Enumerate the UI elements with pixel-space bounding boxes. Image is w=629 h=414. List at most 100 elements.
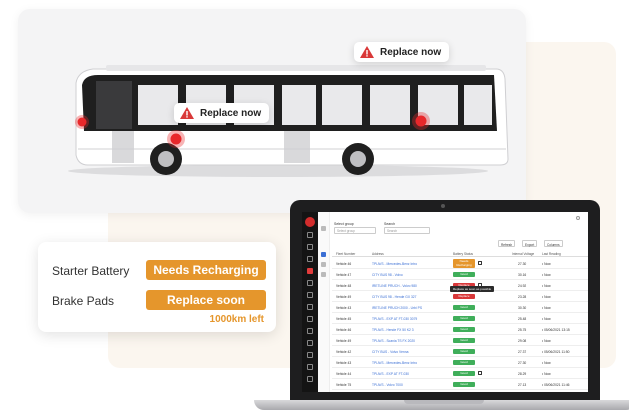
calendar-icon[interactable] (478, 370, 482, 375)
table-row[interactable]: Vehicle 49 TPLN/S - Scania TS FX 2020 Good… (332, 335, 588, 346)
help-icon[interactable] (307, 364, 313, 370)
voltage-cell: 25.48 (518, 316, 527, 321)
table-row[interactable]: Vehicle 49 CITY BUS 98 - Hende GX 327 Repl… (332, 291, 588, 302)
group-select[interactable]: Select group (334, 227, 376, 234)
fleet-number-cell: Vehicle 45 (336, 316, 352, 321)
table-row[interactable]: Vehicle 43 IRETLINE PRUCH 2000 - Urbi PS G… (332, 302, 588, 313)
column-header[interactable]: Last Reading (542, 252, 561, 256)
fleet-number-cell: Vehicle 49 (336, 294, 352, 299)
address-link: TPLN/S - Volvo 7000 (372, 382, 403, 387)
fleet-app-screen: Select group Select group Search Search … (302, 212, 588, 392)
warning-icon (180, 107, 194, 119)
bus-illustration-card (18, 9, 526, 213)
map-icon[interactable] (307, 244, 313, 250)
last-reading-cell: • 05/06/2021 11:46 (542, 382, 570, 387)
last-reading-cell: • Now (542, 371, 551, 376)
group-label: Select group (334, 222, 354, 226)
column-header[interactable]: Fleet Number (336, 252, 355, 256)
battery-icon[interactable] (307, 268, 313, 274)
column-header[interactable]: Internal Voltage (512, 252, 534, 256)
voltage-cell: 28.29 (518, 371, 527, 376)
battery-status-pill: Good (453, 370, 475, 376)
phone-icon[interactable] (307, 340, 313, 346)
voltage-cell: 27.13 (518, 382, 527, 387)
voltage-cell: 27.30 (518, 261, 527, 266)
starter-battery-label: Starter Battery (52, 264, 130, 278)
replace-soon-badge: Replace soon (146, 290, 266, 310)
dashboard-icon[interactable] (307, 232, 313, 238)
fuel-icon[interactable] (307, 292, 313, 298)
voltage-cell: 30.16 (518, 272, 527, 277)
table-row[interactable]: Vehicle 75 TPLN/S - Volvo 7000 Good 27.13 • … (332, 379, 588, 390)
columns-button[interactable]: Columns (544, 240, 563, 247)
address-link: CITY BUS 98 - Hende GX 327 (372, 294, 417, 299)
fleet-number-cell: Vehicle 46 (336, 261, 352, 266)
subnav-item-icon[interactable] (321, 226, 326, 231)
address-link: TPLN/S - EXP AT FT-030 3079 (372, 316, 418, 321)
fleet-number-cell: Vehicle 43 (336, 360, 352, 365)
battery-status-pill: Good (453, 315, 475, 321)
address-link: CITY BUS - Volvo Venna (372, 349, 409, 354)
driver-icon[interactable] (307, 280, 313, 286)
table-row[interactable]: Vehicle 45 TPLN/S - EXP AT FT-030 3079 Goo… (332, 313, 588, 324)
last-reading-cell: • Now (542, 338, 551, 343)
search-input[interactable]: Search (384, 227, 430, 234)
subnav-item-icon[interactable] (321, 272, 326, 277)
search-label: Search (384, 222, 396, 226)
voltage-cell: 24.92 (518, 283, 527, 288)
fleet-number-cell: Vehicle 46 (336, 327, 352, 332)
voltage-cell: 27.30 (518, 360, 527, 365)
last-reading-cell: • 05/06/2021 11:50 (542, 349, 570, 354)
calendar-icon[interactable] (478, 260, 482, 265)
battery-status-pill: Needs Recharging (453, 258, 475, 268)
battery-status-pill: Good (453, 359, 475, 365)
battery-status-pill: Good (453, 348, 475, 354)
battery-status-pill: Good (453, 337, 475, 343)
logout-icon[interactable] (307, 376, 313, 382)
subnav-item-icon[interactable] (321, 252, 326, 257)
last-reading-cell: • Now (542, 360, 551, 365)
address-link: CITY BUS 98 - Volvo (372, 272, 403, 277)
table-row[interactable]: Vehicle 44 TPLN/S - EXP AT FT-030 Good 28.2… (332, 368, 588, 379)
settings-gear-icon[interactable] (576, 216, 580, 220)
fleet-number-cell: Vehicle 44 (336, 371, 352, 376)
status-tooltip: Replace as soon as possible (450, 286, 495, 292)
settings-icon[interactable] (307, 352, 313, 358)
report-icon[interactable] (307, 304, 313, 310)
table-row[interactable]: Vehicle 46 TPLN/S - Hende FX 50 K2 3 Good 2… (332, 324, 588, 335)
battery-status-pill: Good (453, 381, 475, 387)
export-button[interactable]: Export (522, 240, 538, 247)
address-link: TPLN/S - Hende FX 50 K2 3 (372, 327, 414, 332)
app-sidebar (302, 212, 318, 392)
last-reading-cell: • Now (542, 283, 551, 288)
last-reading-cell: • Now (542, 294, 551, 299)
subnav-item-icon[interactable] (321, 262, 326, 267)
warning-icon (360, 46, 374, 58)
calendar-icon[interactable] (307, 328, 313, 334)
voltage-cell: 25.75 (518, 327, 527, 332)
table-row[interactable]: Vehicle 42 CITY BUS - Volvo Venna Good 27.3… (332, 346, 588, 357)
app-logo (305, 217, 315, 227)
last-reading-cell: • Now (542, 305, 551, 310)
replace-now-callout-mid: Replace now (174, 103, 270, 123)
laptop-lid: Select group Select group Search Search … (290, 200, 600, 400)
vehicle-icon[interactable] (307, 256, 313, 262)
fleet-number-cell: Vehicle 43 (336, 305, 352, 310)
address-link: TPLN/S - Mercedes-Benz Intro (372, 360, 418, 365)
refresh-button[interactable]: Refresh (498, 240, 516, 247)
table-row[interactable]: Vehicle 43 TPLN/S - Mercedes-Benz Intro Go… (332, 357, 588, 368)
address-link: IRETLINE PRUCH 2000 - Urbi PS (372, 305, 423, 310)
last-reading-cell: • Now (542, 261, 551, 266)
callout-label: Replace now (380, 46, 442, 58)
fleet-number-cell: Vehicle 49 (336, 338, 352, 343)
address-link: TPLN/S - EXP AT FT-030 (372, 371, 410, 376)
bus-illustration (68, 65, 509, 177)
last-reading-cell: • Now (542, 316, 551, 321)
column-header[interactable]: Battery Status (453, 252, 473, 256)
table-row[interactable]: Vehicle 46 TPLN/S - Mercedes-Benz Intro Ne… (332, 258, 588, 269)
table-row[interactable]: Vehicle 47 CITY BUS 98 - Volvo Good 30.16 • … (332, 269, 588, 280)
column-header[interactable]: Address (372, 252, 384, 256)
callout-label: Replace now (200, 107, 262, 119)
battery-status-pill: Good (453, 271, 475, 277)
alert-icon[interactable] (307, 316, 313, 322)
